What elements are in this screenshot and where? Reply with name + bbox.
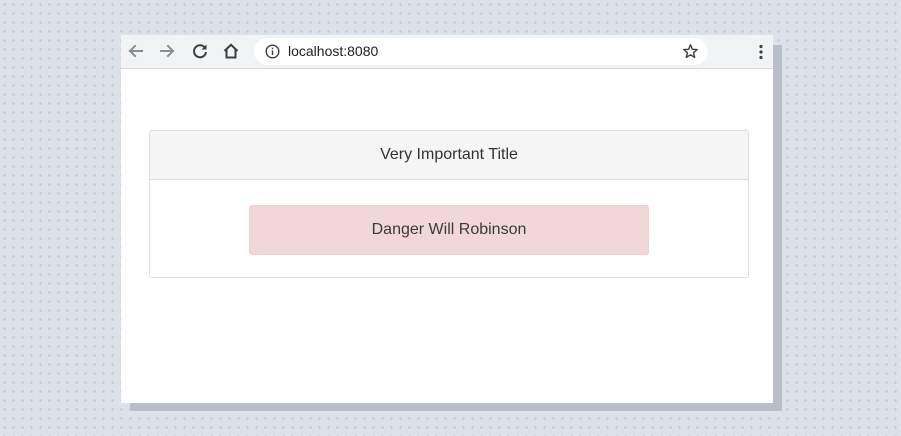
browser-window: localhost:8080 Very Important Title Dang… — [121, 35, 773, 403]
star-outline-icon[interactable] — [682, 43, 699, 60]
browser-menu-button[interactable] — [753, 42, 769, 62]
arrow-left-icon — [128, 44, 143, 58]
url-text[interactable]: localhost:8080 — [288, 44, 378, 59]
back-button[interactable] — [125, 40, 147, 62]
page-content: Very Important Title Danger Will Robinso… — [121, 69, 773, 403]
reload-button[interactable] — [189, 40, 211, 62]
forward-button[interactable] — [156, 40, 178, 62]
arrow-right-icon — [160, 44, 175, 58]
home-icon — [223, 43, 239, 59]
panel: Very Important Title Danger Will Robinso… — [149, 130, 749, 278]
danger-alert: Danger Will Robinson — [249, 205, 649, 255]
browser-toolbar: localhost:8080 — [121, 35, 773, 69]
panel-title: Very Important Title — [150, 131, 748, 180]
reload-icon — [193, 44, 207, 59]
address-bar[interactable]: localhost:8080 — [254, 38, 708, 65]
home-button[interactable] — [220, 40, 242, 62]
kebab-menu-icon — [759, 44, 763, 60]
info-circle-icon[interactable] — [265, 44, 280, 59]
